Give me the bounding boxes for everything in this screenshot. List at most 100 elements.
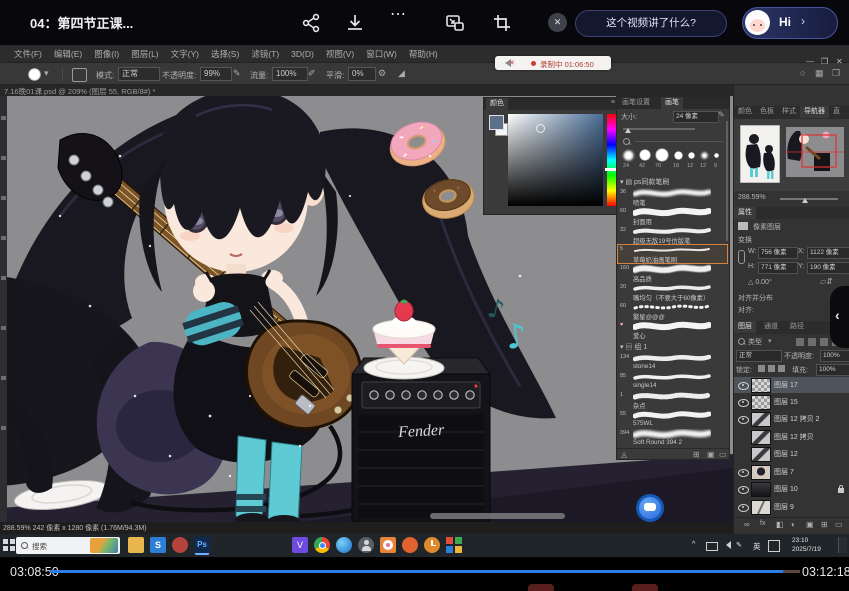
more-icon[interactable]: ⋯ bbox=[390, 4, 412, 26]
layer-filter-icon[interactable] bbox=[738, 338, 745, 345]
lock-position-icon[interactable] bbox=[778, 365, 785, 372]
layer-row[interactable]: 图层 7 bbox=[734, 464, 849, 480]
layer-thumbnail[interactable] bbox=[751, 378, 771, 393]
tab-brush-settings[interactable]: 画笔设置 bbox=[618, 97, 654, 109]
tab-brushes[interactable]: 画笔 bbox=[661, 97, 683, 109]
progress-bar[interactable] bbox=[50, 570, 800, 573]
hue-strip[interactable] bbox=[607, 114, 616, 206]
angle-value[interactable]: △ 0.00° bbox=[748, 278, 772, 286]
tray-time[interactable]: 23:10 bbox=[792, 537, 808, 544]
layer-thumbnail[interactable] bbox=[751, 500, 771, 515]
taskbar-v-app-icon[interactable]: V bbox=[292, 537, 308, 553]
layer-thumbnail[interactable] bbox=[751, 395, 771, 410]
ask-video-pill[interactable]: 这个视频讲了什么? bbox=[575, 10, 727, 37]
share-icon[interactable] bbox=[300, 12, 322, 34]
h-value[interactable]: 771 像素 bbox=[758, 262, 798, 274]
brush-tip[interactable] bbox=[623, 150, 634, 161]
sidebar-collapse-handle[interactable]: ‹ bbox=[830, 286, 849, 348]
chat-bubble-button[interactable] bbox=[636, 494, 664, 522]
flip-icons[interactable]: ▱⇵ bbox=[820, 277, 833, 286]
tray-date[interactable]: 2025/7/19 bbox=[792, 546, 821, 553]
brush-item-selected[interactable]: 5 草莓奶油画笔刷 bbox=[618, 245, 727, 263]
crop-icon[interactable] bbox=[491, 12, 513, 34]
assistant-button[interactable]: Hi › bbox=[742, 7, 838, 39]
tray-language[interactable]: 英 bbox=[753, 541, 761, 552]
taskbar-photoshop-icon[interactable]: Ps bbox=[194, 537, 210, 553]
gear-icon[interactable]: ⚙ bbox=[378, 68, 386, 79]
tab-layers[interactable]: 图层 bbox=[734, 321, 756, 333]
filter-kind-icon[interactable] bbox=[796, 338, 804, 346]
trash-icon[interactable]: ▭ bbox=[719, 450, 727, 459]
adjustment-icon[interactable]: ◐ bbox=[791, 520, 796, 529]
pip-icon[interactable] bbox=[444, 12, 466, 34]
eye-icon[interactable] bbox=[738, 416, 749, 424]
layer-row[interactable]: 图层 12 拷贝 bbox=[734, 429, 849, 445]
tab-channels[interactable]: 通道 bbox=[760, 321, 782, 333]
layer-row[interactable]: 图层 9 bbox=[734, 499, 849, 515]
brush-item[interactable]: 36 喷笔 bbox=[618, 188, 727, 206]
eye-icon[interactable] bbox=[738, 504, 749, 512]
taskbar-explorer-icon[interactable] bbox=[128, 537, 144, 553]
window-close-button[interactable]: ✕ bbox=[836, 57, 843, 66]
tab-color[interactable]: 颜色 bbox=[734, 106, 756, 118]
flow-value[interactable]: 100% bbox=[272, 67, 308, 81]
ask-close-icon[interactable]: ✕ bbox=[548, 13, 567, 32]
eye-icon[interactable] bbox=[738, 469, 749, 477]
lock-angle-icon[interactable]: ◬ bbox=[621, 450, 627, 459]
transform-section-label[interactable]: 变换 bbox=[738, 235, 752, 245]
brush-item[interactable]: 394 Soft Round 394 2 bbox=[618, 429, 727, 447]
navigator-proxy[interactable] bbox=[786, 127, 844, 177]
tray-chevron-icon[interactable]: ^ bbox=[692, 541, 695, 548]
tray-speaker-icon[interactable] bbox=[722, 541, 731, 549]
brush-group-2[interactable]: ▾ ▤ 组 1 bbox=[620, 342, 647, 352]
brush-item[interactable]: 60 繁星@@@ bbox=[618, 302, 727, 320]
layer-row[interactable]: 图层 10 bbox=[734, 481, 849, 497]
link-layers-icon[interactable]: ∞ bbox=[744, 520, 750, 529]
layer-thumbnail[interactable] bbox=[751, 430, 771, 445]
menu-filter[interactable]: 滤镜(T) bbox=[251, 48, 279, 60]
brush-group-1[interactable]: ▾ ▤ ps同款笔刷 bbox=[620, 177, 669, 187]
menu-3d[interactable]: 3D(D) bbox=[291, 49, 314, 59]
layer-fx-icon[interactable]: fx bbox=[760, 520, 765, 527]
brush-size-slider[interactable] bbox=[623, 128, 695, 130]
menu-view[interactable]: 视图(V) bbox=[326, 48, 354, 60]
tab-swatches[interactable]: 色板 bbox=[756, 106, 778, 118]
navigator-zoom-slider[interactable] bbox=[780, 198, 838, 200]
link-dimensions-icon[interactable] bbox=[738, 250, 745, 264]
brush-size-value[interactable]: 24 像素 bbox=[673, 111, 719, 123]
taskbar-account-icon[interactable] bbox=[358, 537, 374, 553]
layer-row[interactable]: 图层 12 拷贝 2 bbox=[734, 411, 849, 427]
brush-item[interactable]: 1 杂点 bbox=[618, 391, 727, 409]
tab-color[interactable]: 颜色 bbox=[486, 98, 508, 110]
menu-file[interactable]: 文件(F) bbox=[14, 48, 42, 60]
document-tab[interactable]: 7.16晚01课.psd @ 209% (图层 55, RGB/8#) * bbox=[4, 86, 155, 97]
fill-value[interactable]: 100% bbox=[816, 364, 849, 376]
brush-scrollbar[interactable] bbox=[726, 121, 728, 241]
taskbar-chrome-icon[interactable] bbox=[314, 537, 330, 553]
brush-preset-icon[interactable] bbox=[28, 68, 41, 81]
taskbar-search[interactable]: 搜索 bbox=[16, 537, 120, 554]
blend-mode-select[interactable]: 正常 bbox=[736, 350, 782, 362]
saturation-square[interactable] bbox=[508, 114, 603, 206]
tab-properties[interactable]: 属性 bbox=[734, 207, 756, 219]
brush-panel-toggle-icon[interactable] bbox=[72, 68, 87, 82]
foreground-swatch[interactable] bbox=[489, 115, 504, 130]
y-value[interactable]: 190 像素 bbox=[807, 262, 849, 274]
taskbar-red-circle-app-icon[interactable] bbox=[402, 537, 418, 553]
caret-down-icon[interactable]: ▾ bbox=[44, 68, 49, 79]
eye-icon[interactable] bbox=[738, 486, 749, 494]
layer-row[interactable]: 图层 12 bbox=[734, 446, 849, 462]
brush-item[interactable]: 160 高品质 bbox=[618, 264, 727, 282]
brush-tip[interactable] bbox=[674, 151, 683, 160]
arrange-icon[interactable]: ❒ bbox=[832, 68, 840, 79]
lock-pixels-icon[interactable] bbox=[768, 365, 775, 372]
brush-item[interactable]: 60 封面用 bbox=[618, 207, 727, 225]
taskbar-clock-app-icon[interactable] bbox=[424, 537, 440, 553]
panel-menu-icon[interactable]: ≡ bbox=[611, 99, 615, 106]
tray-pen-icon[interactable]: ✎ bbox=[736, 541, 742, 549]
filter-kind-icon[interactable] bbox=[808, 338, 816, 346]
workspace-icon[interactable]: ▦ bbox=[815, 68, 824, 79]
tab-navigator[interactable]: 导航器 bbox=[800, 106, 829, 118]
brush-tip[interactable] bbox=[688, 152, 695, 159]
airbrush-icon[interactable]: ✐ bbox=[308, 68, 316, 79]
